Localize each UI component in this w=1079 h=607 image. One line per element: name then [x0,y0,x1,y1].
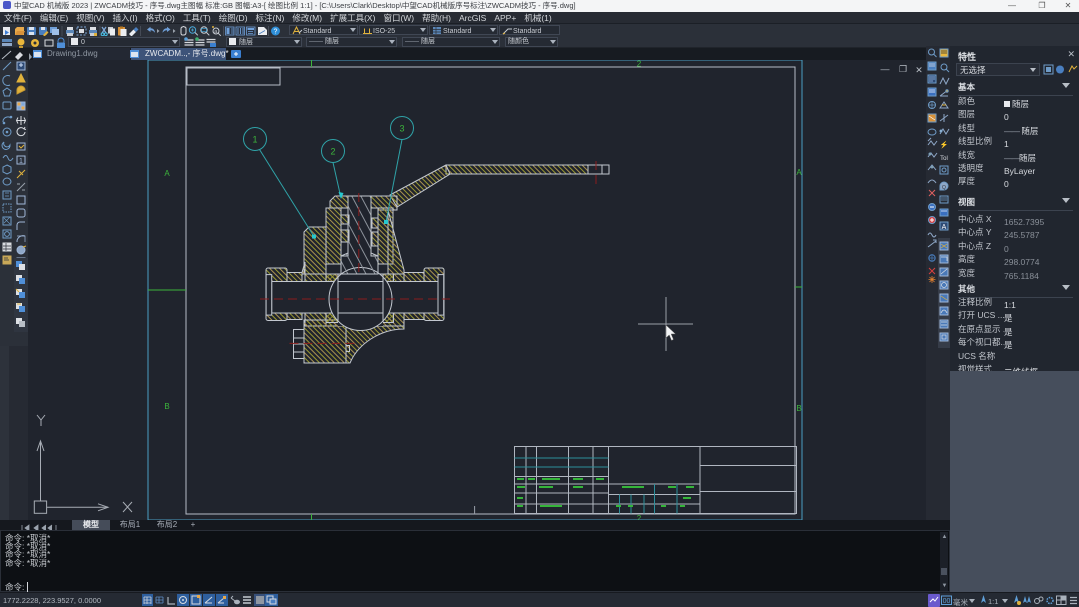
svg-text:❐: ❐ [899,64,907,74]
svg-text:Tol: Tol [940,156,948,162]
svg-text:A: A [942,224,947,231]
svg-text:✕: ✕ [915,65,923,75]
svg-text:B: B [164,402,169,411]
svg-text:⚡: ⚡ [940,140,949,149]
svg-text:2: 2 [637,60,642,69]
svg-text:2: 2 [330,147,335,157]
svg-text:A: A [164,169,170,178]
svg-text:1: 1 [252,135,257,145]
svg-text:A: A [796,168,802,177]
svg-text:00: 00 [943,598,951,605]
svg-text:1: 1 [19,158,23,165]
svg-text:B: B [796,404,801,413]
svg-text:?: ? [274,29,278,36]
svg-text:—: — [881,64,890,74]
svg-text:Q: Q [942,185,946,191]
svg-text:a: a [214,29,218,35]
svg-text:3: 3 [399,124,404,134]
